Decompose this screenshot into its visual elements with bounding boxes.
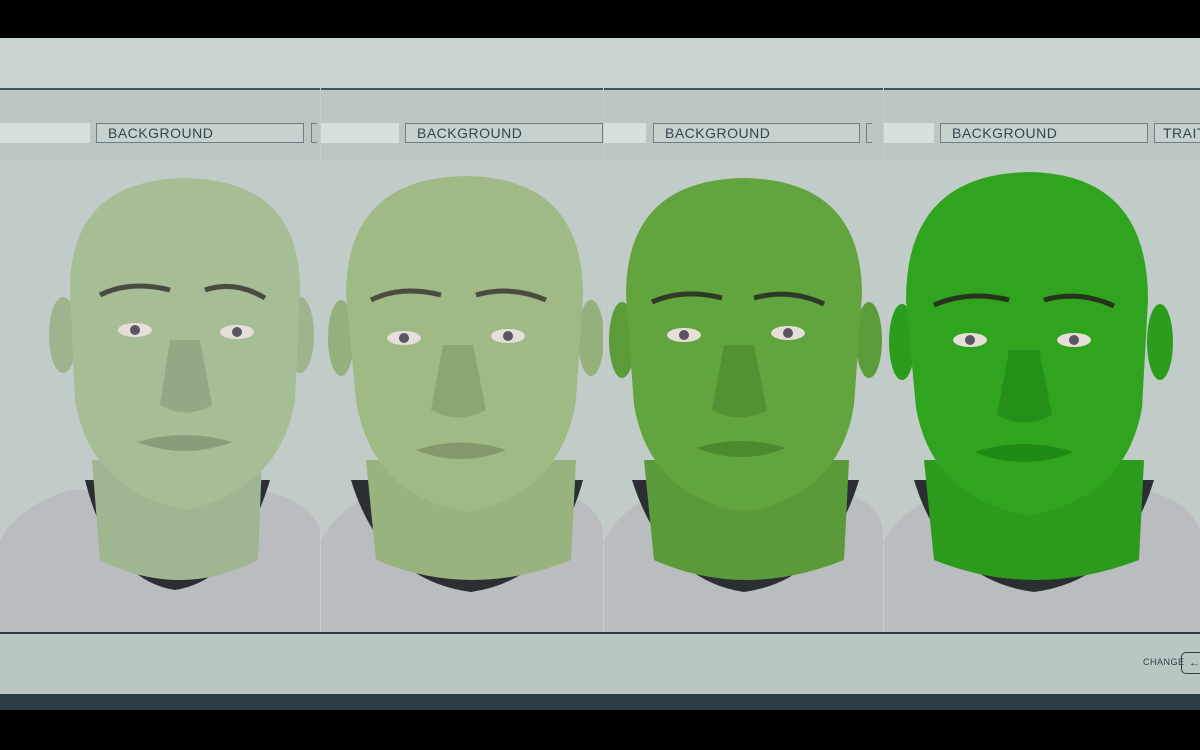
tab-edge [866,123,872,143]
character-portrait [604,178,883,632]
left-iris [130,325,140,335]
comparison-panel-3: BACKGROUND [604,38,883,632]
character-creator-screen: BACKGROUND BACKGROUND BACKGROUND BACKGRO… [0,38,1200,710]
right-ear [1147,304,1173,380]
left-iris [399,333,409,343]
tab-background[interactable]: BACKGROUND [96,123,304,143]
tab-background[interactable]: BACKGROUND [405,123,603,143]
character-portrait [321,176,603,632]
tab-background[interactable]: BACKGROUND [653,123,860,143]
tab-traits[interactable]: TRAITS [1154,123,1200,143]
right-iris [503,331,513,341]
tab-placeholder[interactable] [604,123,646,143]
right-iris [232,327,242,337]
footer-bar [0,634,1200,694]
footer-dark-strip [0,694,1200,710]
header-divider [0,88,320,90]
tab-background[interactable]: BACKGROUND [940,123,1148,143]
header-divider [321,88,603,90]
tab-placeholder[interactable] [0,123,90,143]
panel-header [884,38,1200,88]
comparison-panel-2: BACKGROUND [321,38,603,632]
comparison-panel-1: BACKGROUND [0,38,320,632]
panel-header [0,38,320,88]
tab-placeholder[interactable] [321,123,399,143]
character-portrait [0,178,320,632]
left-iris [965,335,975,345]
letterbox-top [0,0,1200,38]
character-portrait [884,172,1200,632]
right-iris [783,328,793,338]
tab-placeholder[interactable] [884,123,934,143]
head [346,176,583,512]
panel-header [321,38,603,88]
comparison-panel-4: BACKGROUND TRAITS [884,38,1200,632]
right-iris [1069,335,1079,345]
letterbox-bottom [0,710,1200,750]
change-label: CHANGE [1143,657,1185,667]
header-divider [604,88,883,90]
tab-edge [311,123,317,143]
change-key-button[interactable]: ← [1181,652,1200,674]
left-iris [679,330,689,340]
panel-header [604,38,883,88]
head [906,172,1148,516]
header-divider [884,88,1200,90]
